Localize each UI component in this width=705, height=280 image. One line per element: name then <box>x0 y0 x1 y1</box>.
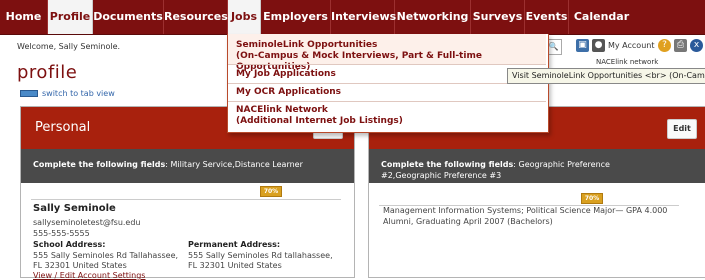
incomplete-fields-notice: Complete the following fields: Geographi… <box>369 149 705 183</box>
notice-fields-2: #2,Geographic Preference #3 <box>381 171 502 180</box>
permanent-address-label: Permanent Address: <box>188 240 281 249</box>
logout-icon[interactable]: x <box>690 39 703 52</box>
jobs-dropdown-menu: SeminoleLink Opportunities (On-Campus & … <box>227 34 549 133</box>
nav-jobs[interactable]: Jobs <box>228 0 261 34</box>
notice-label: Complete the following fields <box>381 160 514 169</box>
nav-surveys[interactable]: Surveys <box>471 0 525 34</box>
major-gpa: Management Information Systems; Politica… <box>383 206 668 215</box>
school-address-line2: FL 32301 United States <box>33 261 127 270</box>
switch-tab-view-link[interactable]: switch to tab view <box>20 89 115 98</box>
top-nav: Home Profile Documents Resources Jobs Em… <box>0 0 705 35</box>
nav-interviews[interactable]: Interviews <box>331 0 396 34</box>
completion-bar <box>31 199 341 200</box>
calendar-icon[interactable]: ▣ <box>576 39 589 52</box>
edit-button[interactable]: Edit <box>667 119 697 139</box>
notice-fields: : Geographic Preference <box>513 160 610 169</box>
menu-divider <box>228 101 546 102</box>
student-name: Sally Seminole <box>33 203 116 214</box>
menu-my-job-applications[interactable]: My Job Applications <box>236 69 336 80</box>
notice-fields: : Military Service,Distance Learner <box>165 160 303 169</box>
menu-divider <box>228 64 546 65</box>
school-address-line1: 555 Sally Seminoles Rd Tallahassee, <box>33 251 179 260</box>
email: sallyseminoletest@fsu.edu <box>33 218 141 227</box>
completion-badge: 70% <box>260 186 282 197</box>
nav-resources[interactable]: Resources <box>164 0 228 34</box>
permanent-address-line1: 555 Sally Seminoles Rd tallahassee, <box>188 251 333 260</box>
nav-profile[interactable]: Profile <box>48 0 93 34</box>
nav-calendar[interactable]: Calendar <box>569 0 634 34</box>
menu-item-subtitle: (Additional Internet Job Listings) <box>236 116 403 126</box>
user-icon[interactable]: ● <box>592 39 605 52</box>
menu-divider <box>228 83 546 84</box>
panel-title: Personal <box>35 120 91 135</box>
nav-documents[interactable]: Documents <box>93 0 164 34</box>
nav-home[interactable]: Home <box>0 0 48 34</box>
graduation-info: Alumni, Graduating April 2007 (Bachelors… <box>383 217 553 226</box>
my-account-link[interactable]: My Account <box>608 41 654 50</box>
incomplete-fields-notice: Complete the following fields: Military … <box>21 149 354 183</box>
permanent-address-line2: FL 32301 United States <box>188 261 282 270</box>
tab-view-icon <box>20 90 38 97</box>
nav-events[interactable]: Events <box>525 0 569 34</box>
nav-networking[interactable]: Networking <box>395 0 471 34</box>
tab-view-label: switch to tab view <box>42 89 115 98</box>
account-settings-link[interactable]: View / Edit Account Settings <box>33 271 145 280</box>
school-address-label: School Address: <box>33 240 106 249</box>
menu-nacelink-network[interactable]: NACElink Network (Additional Internet Jo… <box>236 105 403 127</box>
help-icon[interactable]: ? <box>658 39 671 52</box>
phone: 555-555-5555 <box>33 229 90 238</box>
tooltip: Visit SeminoleLink Opportunities <br> (O… <box>507 68 705 84</box>
notice-label: Complete the following fields <box>33 160 166 169</box>
menu-my-ocr-applications[interactable]: My OCR Applications <box>236 87 341 98</box>
print-icon[interactable]: ⎙ <box>674 39 687 52</box>
completion-badge: 70% <box>581 193 603 204</box>
menu-item-title: NACElink Network <box>236 105 328 115</box>
menu-item-title: SeminoleLink Opportunities <box>236 40 378 50</box>
nav-employers[interactable]: Employers <box>261 0 331 34</box>
welcome-text: Welcome, Sally Seminole. <box>17 42 121 51</box>
nacelink-logo: NACElink network <box>596 58 659 66</box>
page-title: profile <box>17 62 78 83</box>
